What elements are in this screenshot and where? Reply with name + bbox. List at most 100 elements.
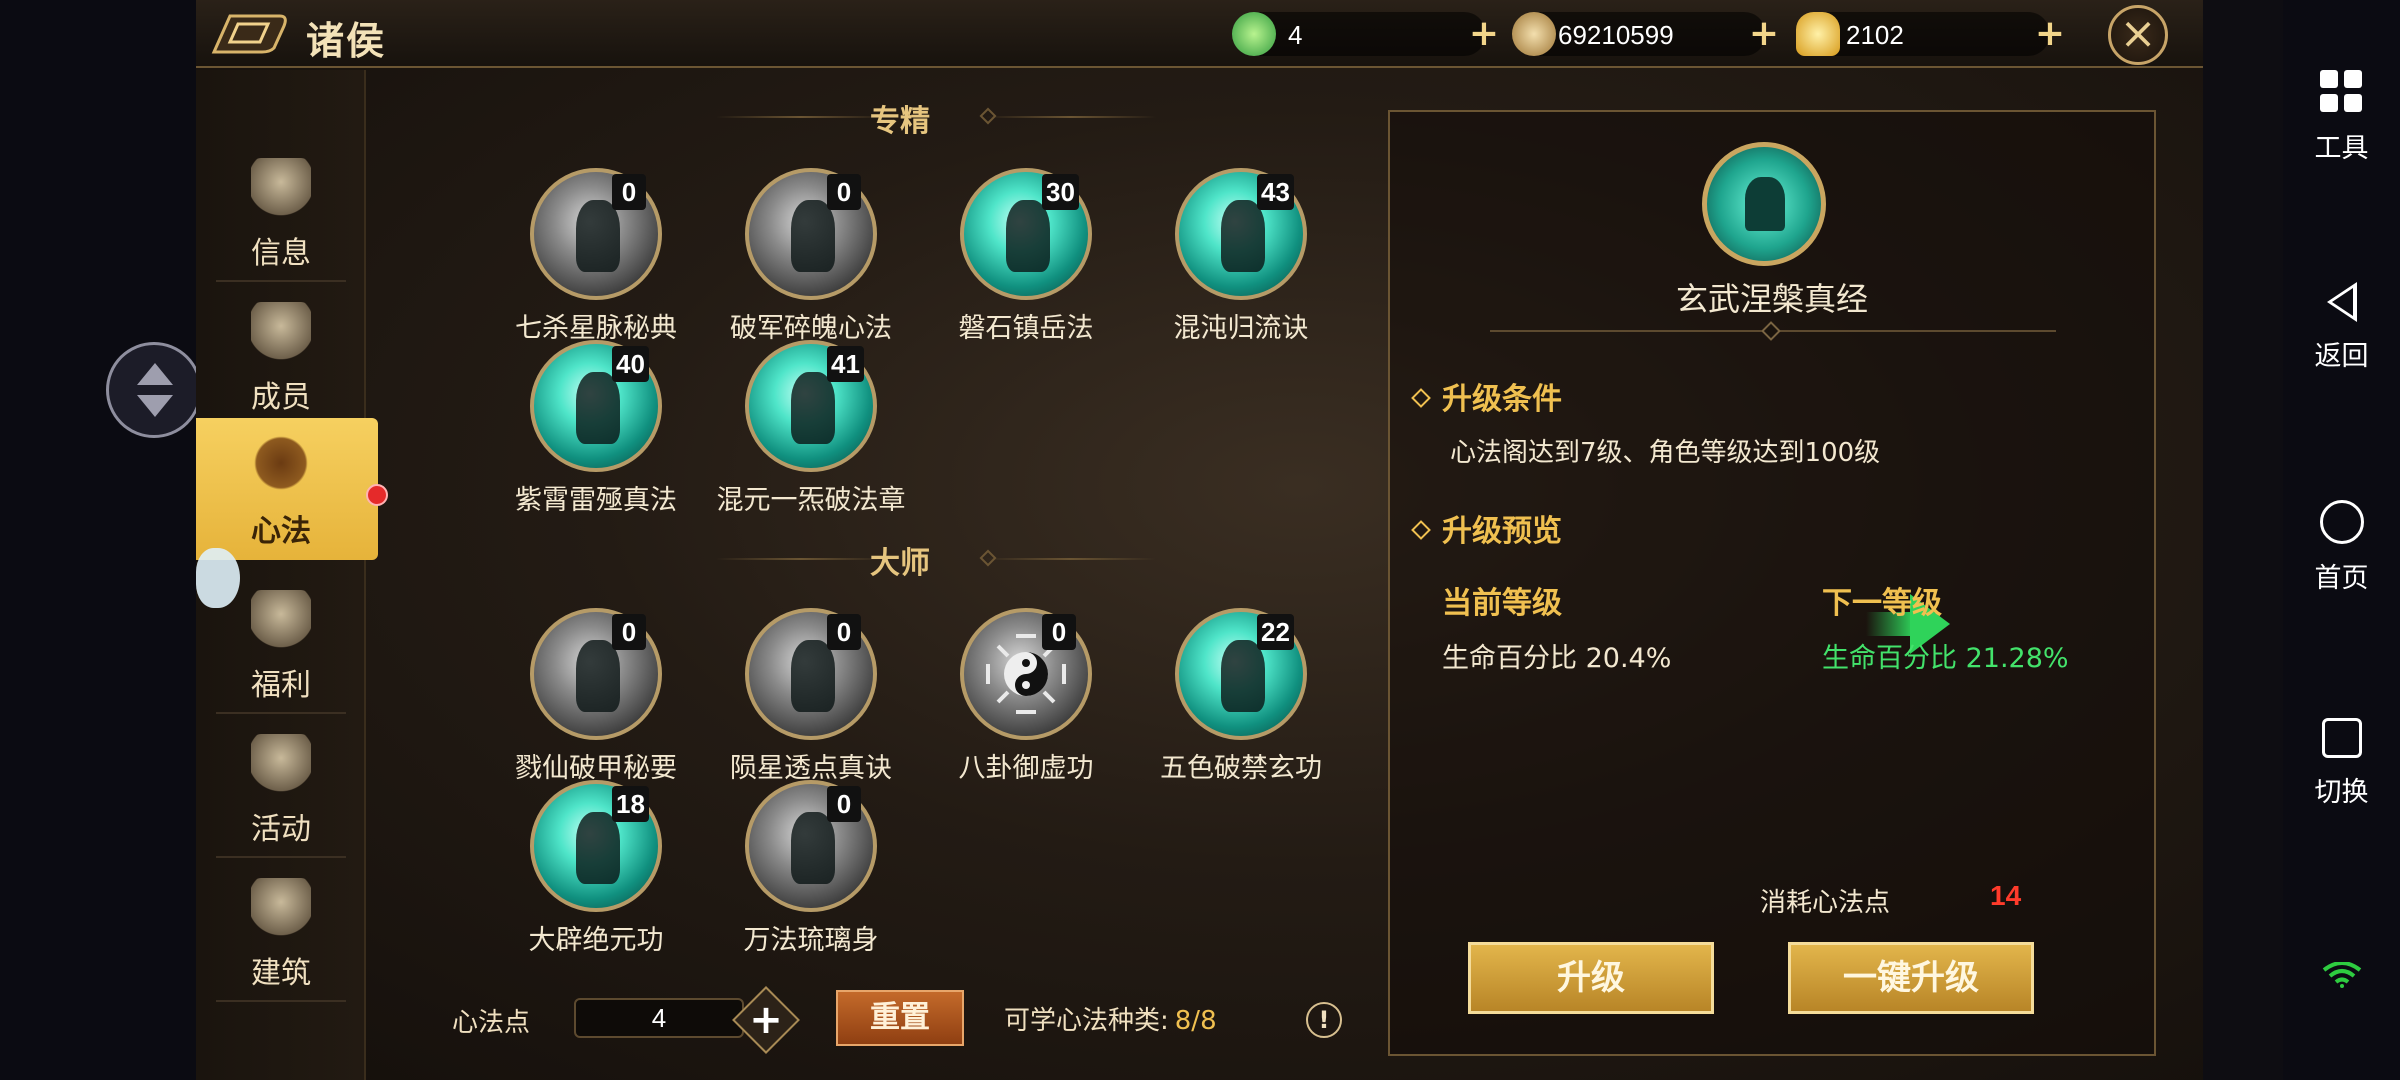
learnable-types: 可学心法种类: 8/8	[1004, 1000, 1217, 1037]
skill-count: 0	[827, 174, 861, 210]
nav-label: 成员	[251, 380, 311, 415]
back-button[interactable]: 返回	[2283, 282, 2400, 373]
skill-count: 0	[827, 786, 861, 822]
coin-icon	[1512, 12, 1556, 56]
cost-value: 14	[1990, 880, 2022, 911]
upgrade-conditions-heading: 升级条件	[1411, 374, 1562, 418]
close-button[interactable]: ×	[2108, 5, 2168, 65]
skill-name: 混元一炁破法章	[716, 485, 906, 516]
skill-name: 大辟绝元功	[528, 925, 664, 956]
skill-figure-icon	[576, 640, 620, 712]
skill-card[interactable]: 41 混元一炁破法章	[701, 340, 921, 516]
skill-figure-icon	[791, 812, 835, 884]
skill-card[interactable]: 0 万法琉璃身	[701, 780, 921, 956]
nav-item-xinfa[interactable]: 心法	[196, 418, 378, 560]
skill-card[interactable]: 43 混沌归流诀	[1131, 168, 1351, 344]
skill-count: 0	[612, 614, 646, 650]
nav-divider	[216, 1000, 346, 1002]
upgrade-button[interactable]: 升级	[1468, 942, 1714, 1014]
skill-count: 40	[612, 346, 649, 382]
skill-count: 0	[612, 174, 646, 210]
selected-skill-icon	[1702, 142, 1826, 266]
grid-icon	[2319, 70, 2364, 114]
learnable-label: 可学心法种类:	[1004, 1006, 1169, 1036]
skill-name: 混沌归流诀	[1173, 313, 1309, 344]
skill-name: 紫霄雷殛真法	[515, 485, 677, 516]
home-button[interactable]: 首页	[2283, 500, 2400, 595]
add-coin-button[interactable]: +	[1746, 16, 1782, 52]
gold-ingot-icon	[1796, 12, 1840, 56]
pavilion-icon	[251, 878, 311, 938]
skill-card[interactable]: 0 八卦御虚功	[916, 608, 1136, 784]
nav-item-events[interactable]: 活动	[196, 716, 366, 858]
switch-button[interactable]: 切换	[2283, 718, 2400, 809]
members-icon	[251, 302, 311, 362]
skill-figure-icon	[791, 200, 835, 272]
nav-label: 心法	[251, 514, 311, 549]
game-window: 诸侯 4 + 69210599 + 2102 + × 信息 成员 心法 福利 活…	[196, 0, 2203, 1080]
arrow-up-icon	[137, 363, 173, 385]
wifi-icon	[2322, 962, 2362, 988]
arrow-down-icon	[137, 395, 173, 417]
skill-card[interactable]: 0 陨星透点真诀	[701, 608, 921, 784]
one-click-upgrade-button[interactable]: 一键升级	[1788, 942, 2034, 1014]
jade-icon	[1232, 12, 1276, 56]
switch-square-icon	[2321, 718, 2362, 758]
points-value: 4	[651, 1003, 667, 1033]
flame-lotus-icon	[251, 436, 311, 496]
skill-figure-icon	[1006, 200, 1050, 272]
coin-value: 69210599	[1558, 20, 1674, 50]
skill-card[interactable]: 18 大辟绝元功	[486, 780, 706, 956]
add-points-button[interactable]: +	[732, 986, 800, 1054]
skill-figure-icon	[791, 372, 835, 444]
nav-item-info[interactable]: 信息	[196, 140, 366, 282]
nav-label: 信息	[251, 236, 311, 271]
learnable-value: 8/8	[1174, 1006, 1217, 1036]
section-divider	[986, 558, 1156, 560]
skill-card[interactable]: 30 磐石镇岳法	[916, 168, 1136, 344]
skill-card[interactable]: 40 紫霄雷殛真法	[486, 340, 706, 516]
skill-count: 41	[827, 346, 864, 382]
nav-divider	[216, 280, 346, 282]
diamond-bullet-icon	[1411, 388, 1431, 408]
skill-count: 43	[1257, 174, 1294, 210]
top-bar: 诸侯 4 + 69210599 + 2102 + ×	[196, 0, 2203, 68]
gift-icon	[251, 590, 311, 650]
resource-jade: 4	[1232, 12, 1486, 56]
current-level-value: 生命百分比 20.4%	[1442, 643, 1672, 674]
info-icon[interactable]: !	[1306, 1002, 1342, 1038]
add-jade-button[interactable]: +	[1466, 16, 1502, 52]
nav-label: 活动	[251, 812, 311, 847]
nav-label: 建筑	[251, 956, 311, 991]
skill-card[interactable]: 0 破军碎魄心法	[701, 168, 921, 344]
skill-figure-icon	[1221, 200, 1265, 272]
skill-card[interactable]: 0 七杀星脉秘典	[486, 168, 706, 344]
back-emblem-icon[interactable]	[210, 12, 290, 56]
skill-figure-icon	[1221, 640, 1265, 712]
detail-panel: 玄武涅槃真经 升级条件 心法阁达到7级、角色等级达到100级 升级预览 当前等级…	[1388, 110, 2156, 1056]
section-title-specialty: 专精	[870, 104, 930, 139]
floating-assist-button[interactable]	[106, 342, 202, 438]
skill-card[interactable]: 0 戮仙破甲秘要	[486, 608, 706, 784]
nav-item-buildings[interactable]: 建筑	[196, 860, 366, 1002]
skill-count: 18	[612, 786, 649, 822]
skill-card[interactable]: 22 五色破禁玄功	[1131, 608, 1351, 784]
tools-button[interactable]: 工具	[2283, 70, 2400, 165]
reset-button[interactable]: 重置	[836, 990, 964, 1046]
cost-label: 消耗心法点	[1759, 888, 1890, 918]
screen: 诸侯 4 + 69210599 + 2102 + × 信息 成员 心法 福利 活…	[0, 0, 2400, 1080]
skill-name: 五色破禁玄功	[1160, 753, 1322, 784]
nav-item-members[interactable]: 成员	[196, 284, 366, 426]
heading-text: 升级预览	[1442, 514, 1562, 549]
nav-label: 福利	[251, 668, 311, 703]
skill-figure-icon	[791, 640, 835, 712]
home-circle-icon	[2319, 500, 2364, 544]
back-label: 返回	[2314, 341, 2369, 372]
add-gold-button[interactable]: +	[2032, 16, 2068, 52]
home-label: 首页	[2314, 563, 2369, 594]
diamond-icon	[1761, 321, 1781, 341]
skill-count: 0	[1042, 614, 1076, 650]
praying-hands-icon	[1745, 177, 1785, 231]
selected-skill-title: 玄武涅槃真经	[1675, 280, 1868, 318]
skill-count: 0	[827, 614, 861, 650]
